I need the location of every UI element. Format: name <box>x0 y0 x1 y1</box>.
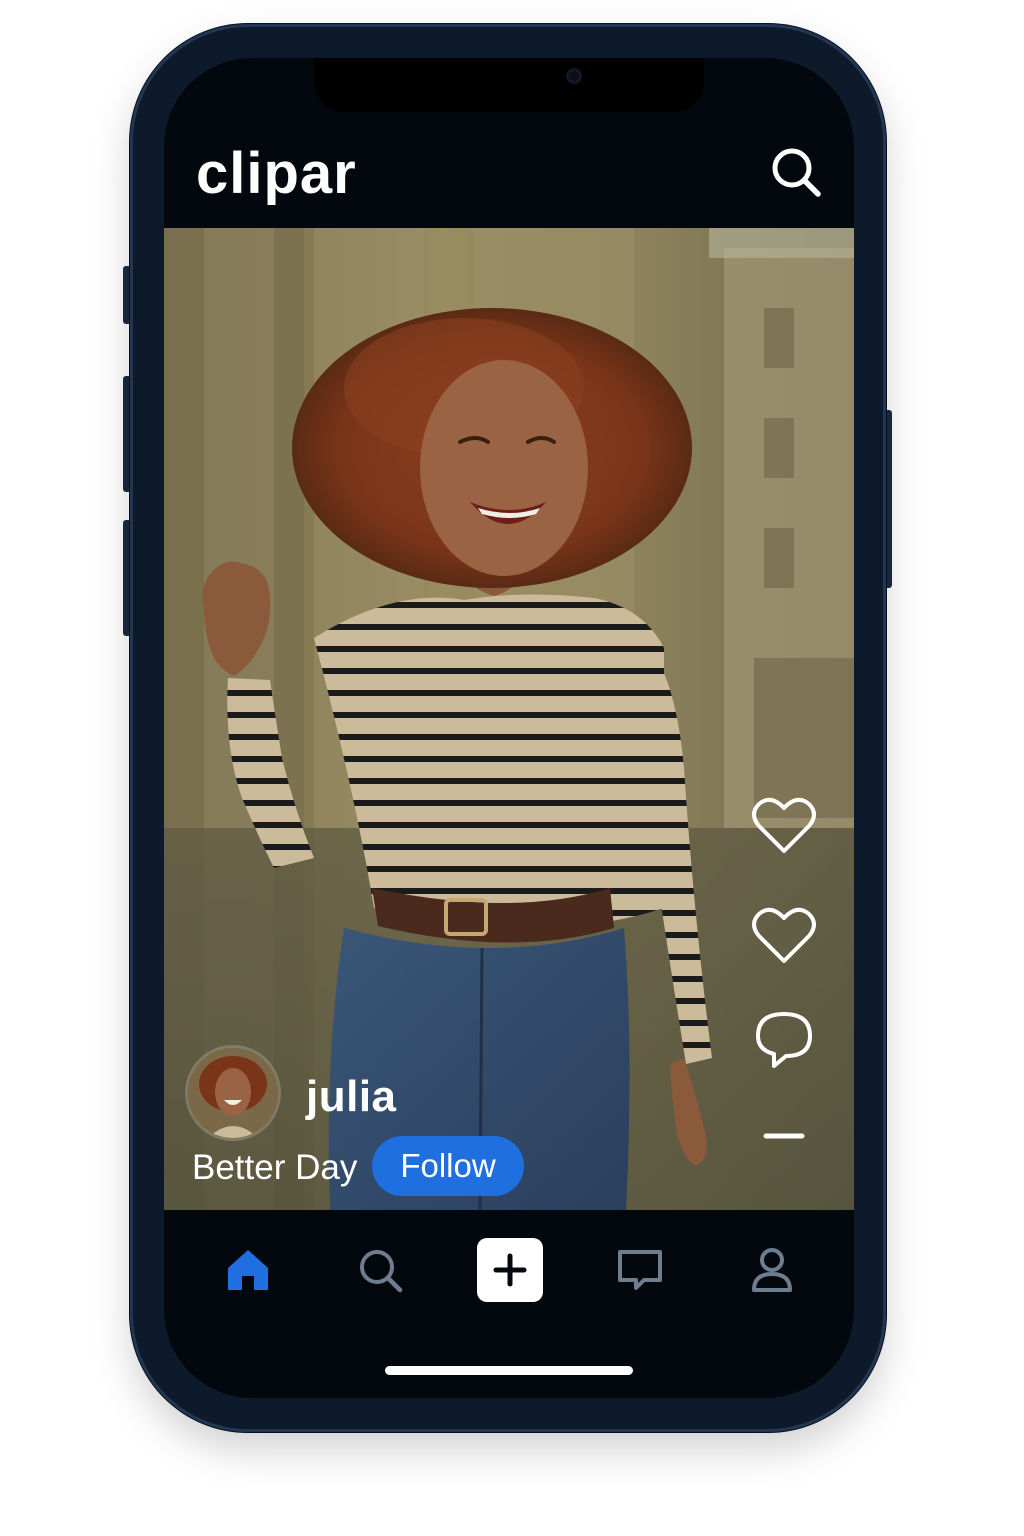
chat-icon <box>618 1250 662 1290</box>
profile-icon <box>752 1248 792 1292</box>
favorite-button[interactable] <box>746 898 822 974</box>
device-stage: clipar julia Better Day Follow <box>0 0 1024 1536</box>
more-button[interactable] <box>746 1098 822 1174</box>
more-icon <box>763 1133 805 1139</box>
creator-avatar[interactable] <box>188 1048 278 1138</box>
action-rail <box>746 788 822 1148</box>
comment-button[interactable] <box>746 1000 822 1076</box>
nav-profile[interactable] <box>732 1230 812 1310</box>
like-button[interactable] <box>746 788 822 864</box>
top-bar: clipar <box>164 128 854 224</box>
nav-create[interactable] <box>470 1230 550 1310</box>
username[interactable]: julia <box>306 1072 397 1122</box>
front-camera <box>566 68 582 84</box>
search-icon <box>360 1250 403 1293</box>
app-logo: clipar <box>196 141 357 206</box>
nav-messages[interactable] <box>600 1230 680 1310</box>
heart-icon <box>752 797 816 853</box>
follow-button[interactable]: Follow <box>372 1136 524 1196</box>
notch <box>314 58 704 112</box>
plus-icon <box>477 1238 543 1302</box>
home-indicator[interactable] <box>385 1366 633 1375</box>
heart-icon <box>752 907 816 963</box>
nav-home[interactable] <box>208 1230 288 1310</box>
video-feed[interactable]: julia Better Day Follow <box>164 228 854 1210</box>
search-icon[interactable] <box>768 144 824 200</box>
bottom-nav <box>164 1210 854 1346</box>
nav-search[interactable] <box>340 1230 420 1310</box>
song-title[interactable]: Better Day <box>192 1148 357 1188</box>
comment-icon <box>756 1012 812 1068</box>
home-icon <box>228 1250 268 1290</box>
app-screen: clipar julia Better Day Follow <box>164 58 854 1398</box>
